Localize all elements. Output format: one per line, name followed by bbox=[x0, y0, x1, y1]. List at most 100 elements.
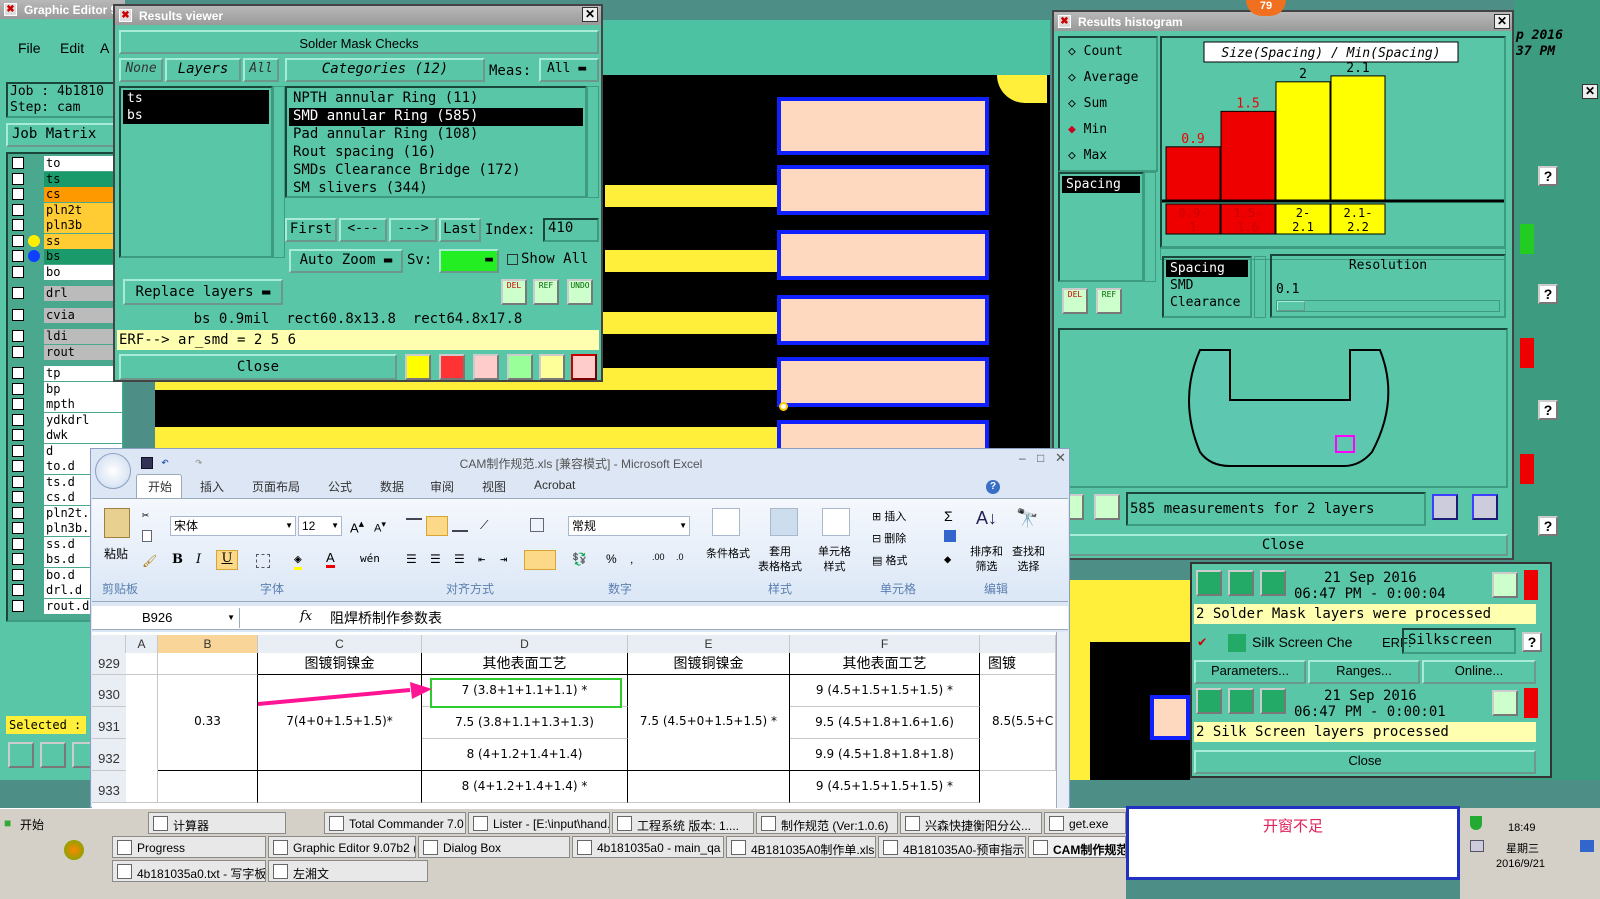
fill-color-icon[interactable]: ◈ bbox=[294, 552, 302, 570]
layer-checkbox[interactable] bbox=[12, 568, 24, 581]
category-item-selected[interactable]: SMD annular Ring (585) bbox=[289, 108, 583, 126]
run-icon-5[interactable] bbox=[1228, 688, 1254, 714]
categories-list[interactable]: NPTH annular Ring (11) SMD annular Ring … bbox=[285, 86, 587, 198]
cell-style-label[interactable]: 单元格 样式 bbox=[818, 545, 851, 575]
category-item[interactable]: Rout spacing (16) bbox=[289, 144, 583, 162]
cell-a-header[interactable] bbox=[126, 653, 158, 675]
layer-checkbox[interactable] bbox=[12, 444, 24, 457]
cell-f929[interactable]: 其他表面工艺 bbox=[790, 653, 980, 675]
row-header-930[interactable]: 930 bbox=[92, 675, 126, 707]
layer-checkbox[interactable] bbox=[12, 234, 24, 247]
decrease-decimal-icon[interactable]: .0 bbox=[676, 552, 684, 562]
first-button[interactable]: First bbox=[285, 218, 337, 242]
del-icon[interactable]: DEL bbox=[501, 279, 527, 305]
tab-page-layout[interactable]: 页面布局 bbox=[252, 478, 300, 495]
show-desktop-icon[interactable] bbox=[1580, 840, 1594, 852]
task-graphic-editor[interactable]: Graphic Editor 9.07b2 (... bbox=[268, 836, 416, 858]
zoom-icon-1[interactable] bbox=[1492, 572, 1518, 598]
cell-e930[interactable]: 7.5 (4.5+0+1.5+1.5) * bbox=[628, 675, 790, 771]
category-list-item[interactable]: Spacing bbox=[1166, 260, 1248, 277]
task-get-exe[interactable]: get.exe bbox=[1044, 812, 1126, 834]
right-panel-close-icon[interactable]: ✕ bbox=[1582, 84, 1598, 99]
none-button[interactable]: None bbox=[119, 58, 163, 82]
insert-cells-button[interactable]: ⊞ 插入 bbox=[872, 508, 906, 524]
layer-row-ts[interactable]: ts bbox=[12, 171, 122, 187]
resolution-slider[interactable] bbox=[1276, 300, 1500, 312]
autosum-icon[interactable]: Σ bbox=[944, 508, 953, 524]
cell-b929[interactable] bbox=[158, 653, 258, 675]
run-icon-4[interactable] bbox=[1196, 688, 1222, 714]
col-header-f[interactable]: F bbox=[790, 635, 980, 653]
cell-f933[interactable]: 9 (4.5+1.5+1.5+1.5) * bbox=[790, 771, 980, 803]
cell-g930[interactable]: 8.5(5.5+C bbox=[980, 675, 1056, 771]
category-list-scrollbar[interactable] bbox=[1254, 256, 1266, 318]
layer-row-rout[interactable]: rout bbox=[12, 344, 122, 360]
cell-c929[interactable]: 图镀铜镍金 bbox=[258, 653, 422, 675]
cell-d932[interactable]: 8 (4+1.2+1.4+1.4) bbox=[422, 739, 628, 771]
layer-checkbox[interactable] bbox=[12, 367, 24, 379]
close-icon[interactable]: ✕ bbox=[1055, 450, 1066, 466]
clear-icon[interactable]: ◆ bbox=[944, 552, 951, 566]
check-runs-close-button[interactable]: Close bbox=[1194, 750, 1536, 774]
category-list-item[interactable]: Clearance bbox=[1166, 294, 1248, 311]
categories-button[interactable]: Categories (12) bbox=[285, 58, 485, 82]
cut-icon[interactable]: ✂ bbox=[142, 508, 149, 522]
vertical-scrollbar[interactable] bbox=[1056, 632, 1068, 808]
shield-icon[interactable] bbox=[1470, 816, 1482, 830]
layer-row-bp[interactable]: bp bbox=[12, 381, 122, 397]
task-cam-spec[interactable]: CAM制作规范 bbox=[1028, 836, 1126, 858]
category-item[interactable]: NPTH annular Ring (11) bbox=[289, 90, 583, 108]
row-header-932[interactable]: 932 bbox=[92, 739, 126, 771]
tool-icon-2[interactable] bbox=[40, 742, 66, 768]
col-header-b[interactable]: B bbox=[158, 635, 258, 653]
format-painter-icon[interactable]: 🖌 bbox=[142, 554, 157, 568]
task-spec[interactable]: 制作规范 (Ver:1.0.6) bbox=[756, 812, 898, 834]
prev-button[interactable]: <--- bbox=[339, 218, 387, 242]
conditional-format-label[interactable]: 条件格式 bbox=[706, 545, 750, 561]
help-icon-2[interactable]: ? bbox=[1538, 284, 1558, 304]
border-icon[interactable] bbox=[256, 554, 270, 568]
indent-decrease-icon[interactable]: ⇤ bbox=[478, 552, 485, 566]
format-cells-button[interactable]: ▤ 格式 bbox=[872, 552, 907, 568]
tab-acrobat[interactable]: Acrobat bbox=[534, 478, 575, 492]
col-header-a[interactable]: A bbox=[126, 635, 158, 653]
layer-checkbox[interactable] bbox=[12, 506, 24, 519]
row-header-933[interactable]: 933 bbox=[92, 771, 126, 803]
results-viewer-close-button[interactable]: Close bbox=[119, 354, 397, 380]
quicklaunch-icon[interactable] bbox=[64, 840, 84, 860]
layer-checkbox[interactable] bbox=[12, 157, 24, 169]
layer-checkbox[interactable] bbox=[12, 413, 24, 426]
task-xingsen[interactable]: 兴森快捷衡阳分公... bbox=[900, 812, 1042, 834]
tool-histogram-icon[interactable] bbox=[571, 354, 597, 380]
all-layers-button[interactable]: All bbox=[243, 58, 279, 82]
menu-a[interactable]: A bbox=[100, 40, 109, 56]
tool-icon-1[interactable] bbox=[8, 742, 34, 768]
cell-f930[interactable]: 9 (4.5+1.5+1.5+1.5) * bbox=[790, 675, 980, 707]
task-progress[interactable]: Progress bbox=[112, 836, 266, 858]
layer-item[interactable]: bs bbox=[123, 107, 269, 124]
silk-checkbox-icon[interactable]: ✔ bbox=[1198, 634, 1206, 650]
layer-checkbox[interactable] bbox=[12, 172, 24, 185]
formula-input[interactable]: 阻焊桥制作参数表 bbox=[330, 608, 442, 628]
cell-a930[interactable] bbox=[126, 675, 158, 803]
sort-filter-icon[interactable]: A↓ bbox=[976, 508, 997, 529]
phonetic-icon[interactable]: wén bbox=[360, 552, 380, 565]
layer-row-dwk[interactable]: dwk bbox=[12, 428, 122, 443]
find-select-icon[interactable]: 🔭 bbox=[1016, 508, 1038, 529]
col-header-e[interactable]: E bbox=[628, 635, 790, 653]
tool-check-icon[interactable] bbox=[507, 354, 533, 380]
layer-row-pln2t[interactable]: pln2t bbox=[12, 202, 122, 218]
font-color-icon[interactable]: A bbox=[326, 550, 335, 568]
orientation-icon[interactable]: ⟋ bbox=[480, 518, 488, 533]
results-viewer-close-icon[interactable]: ✕ bbox=[582, 7, 598, 22]
category-item[interactable]: SMDs Clearance Bridge (172) bbox=[289, 162, 583, 180]
layer-checkbox[interactable] bbox=[12, 345, 24, 358]
start-button[interactable]: ■ 开始 bbox=[2, 812, 58, 834]
cell-f932[interactable]: 9.9 (4.5+1.8+1.8+1.8) bbox=[790, 739, 980, 771]
cell-e929[interactable]: 图镀铜镍金 bbox=[628, 653, 790, 675]
indent-increase-icon[interactable]: ⇥ bbox=[500, 552, 507, 566]
categories-scrollbar[interactable] bbox=[587, 86, 599, 198]
row-header-931[interactable]: 931 bbox=[92, 707, 126, 739]
cell-style-icon[interactable] bbox=[822, 508, 850, 536]
layer-checkbox[interactable] bbox=[12, 308, 24, 321]
